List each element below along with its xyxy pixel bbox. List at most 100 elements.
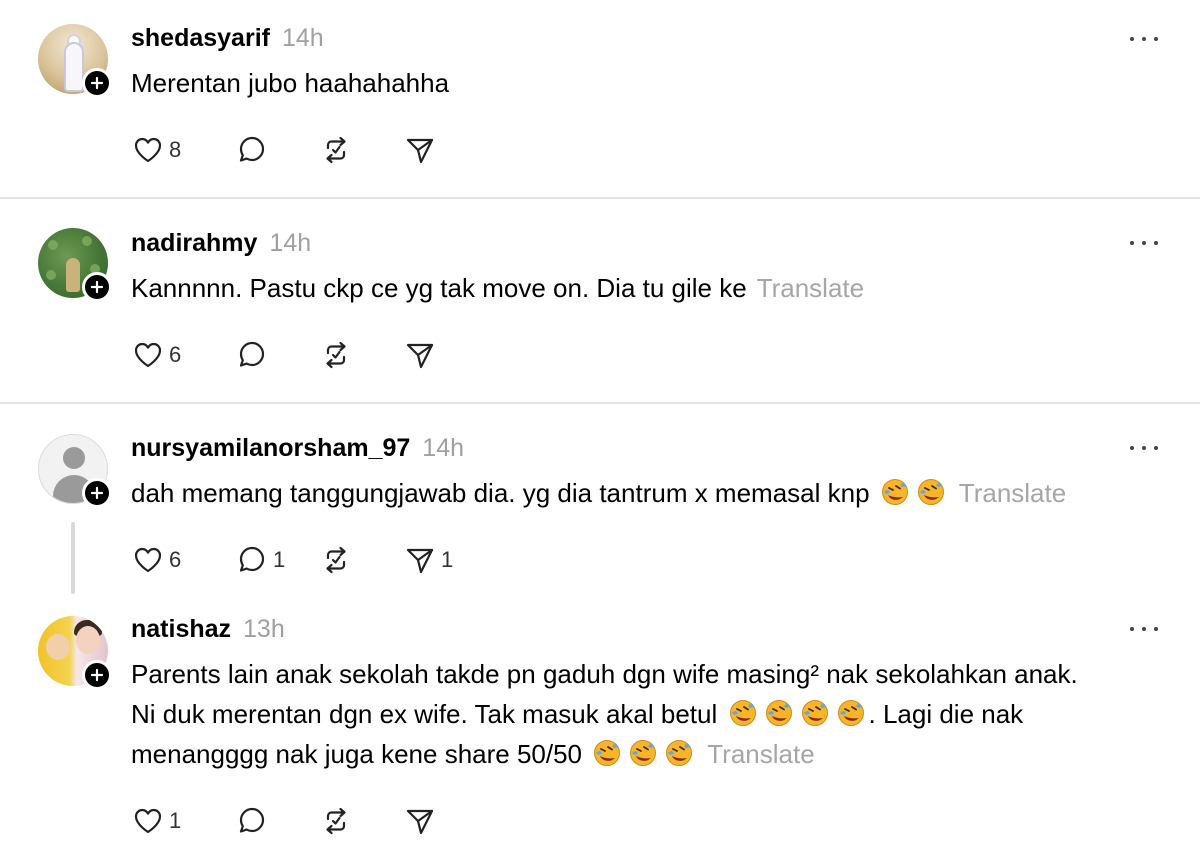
laughing-emoji-icon: [765, 699, 793, 727]
repost-button[interactable]: [319, 803, 403, 839]
comment-icon: [235, 804, 269, 838]
thread-line: [71, 522, 75, 594]
post-text-line: menangggg nak juga kene share 50/50 Tran…: [131, 734, 1171, 774]
heart-icon: [131, 804, 165, 838]
reply-button[interactable]: 1: [235, 542, 319, 578]
like-count: 8: [169, 137, 182, 162]
username[interactable]: nursyamilanorsham_97: [131, 434, 410, 463]
share-count: 1: [441, 547, 454, 572]
laughing-emoji-icon: [881, 478, 909, 506]
post-header: shedasyarif 14h: [131, 24, 324, 53]
more-button[interactable]: [1130, 624, 1158, 634]
avatar-container[interactable]: [38, 24, 112, 98]
post-text-line: Parents lain anak sekolah takde pn gaduh…: [131, 659, 1078, 689]
heart-icon: [131, 338, 165, 372]
plus-icon: [90, 280, 104, 294]
repost-icon: [319, 133, 353, 167]
like-button[interactable]: 1: [131, 803, 235, 839]
post-text: Parents lain anak sekolah takde pn gaduh…: [131, 654, 1171, 774]
reply-button[interactable]: [235, 132, 319, 168]
post-text-segment: menangggg nak juga kene share 50/50: [131, 739, 583, 769]
plus-icon: [90, 76, 104, 90]
send-icon: [403, 338, 437, 372]
follow-button[interactable]: [82, 660, 112, 690]
laughing-emoji-icon: [801, 699, 829, 727]
avatar-container[interactable]: [38, 616, 112, 690]
more-icon: [1130, 446, 1134, 450]
more-button[interactable]: [1130, 238, 1158, 248]
laughing-emoji-icon: [629, 739, 657, 767]
repost-button[interactable]: [319, 337, 403, 373]
laughing-emoji-icon: [729, 699, 757, 727]
repost-button[interactable]: [319, 132, 403, 168]
comment-icon: [235, 543, 269, 577]
post-text-content: Kannnnn. Pastu ckp ce yg tak move on. Di…: [131, 273, 747, 303]
like-button[interactable]: 8: [131, 132, 235, 168]
laughing-emoji-icon: [917, 478, 945, 506]
send-icon: [403, 133, 437, 167]
timestamp[interactable]: 14h: [422, 434, 464, 463]
repost-icon: [319, 338, 353, 372]
like-count: 1: [169, 808, 182, 833]
heart-icon: [131, 133, 165, 167]
post-text-content: Merentan jubo haahahahha: [131, 68, 450, 98]
username[interactable]: nadirahmy: [131, 229, 257, 258]
repost-button[interactable]: [319, 542, 403, 578]
post-header: nadirahmy 14h: [131, 229, 311, 258]
post-text-segment: Ni duk merentan dgn ex wife. Tak masuk a…: [131, 699, 718, 729]
translate-link[interactable]: Translate: [959, 478, 1066, 508]
share-button[interactable]: [403, 132, 437, 168]
username[interactable]: natishaz: [131, 615, 231, 644]
action-bar: 1: [131, 803, 437, 839]
like-button[interactable]: 6: [131, 542, 235, 578]
plus-icon: [90, 668, 104, 682]
laughing-emoji-icon: [593, 739, 621, 767]
follow-button[interactable]: [82, 272, 112, 302]
follow-button[interactable]: [82, 68, 112, 98]
post-text: Kannnnn. Pastu ckp ce yg tak move on. Di…: [131, 268, 1171, 308]
like-count: 6: [169, 342, 182, 367]
translate-link[interactable]: Translate: [707, 739, 814, 769]
divider: [0, 197, 1200, 199]
reply-count: 1: [273, 547, 286, 572]
avatar-container[interactable]: [38, 228, 112, 302]
more-icon: [1130, 627, 1134, 631]
action-bar: 6: [131, 337, 437, 373]
more-button[interactable]: [1130, 443, 1158, 453]
action-bar: 8: [131, 132, 437, 168]
avatar-container[interactable]: [38, 434, 112, 508]
post-text-content: dah memang tanggungjawab dia. yg dia tan…: [131, 478, 870, 508]
post-header: natishaz 13h: [131, 615, 285, 644]
timestamp[interactable]: 14h: [269, 229, 311, 258]
send-icon: [403, 543, 437, 577]
repost-icon: [319, 804, 353, 838]
more-icon: [1130, 37, 1134, 41]
comment-icon: [235, 338, 269, 372]
follow-button[interactable]: [82, 478, 112, 508]
share-button[interactable]: [403, 803, 437, 839]
post-text: Merentan jubo haahahahha: [131, 63, 1171, 103]
reply-button[interactable]: [235, 803, 319, 839]
like-button[interactable]: 6: [131, 337, 235, 373]
share-button[interactable]: [403, 337, 437, 373]
like-count: 6: [169, 547, 182, 572]
post-text: dah memang tanggungjawab dia. yg dia tan…: [131, 473, 1171, 513]
laughing-emoji-icon: [837, 699, 865, 727]
translate-link[interactable]: Translate: [757, 273, 864, 303]
repost-icon: [319, 543, 353, 577]
heart-icon: [131, 543, 165, 577]
share-button[interactable]: 1: [403, 542, 453, 578]
post-header: nursyamilanorsham_97 14h: [131, 434, 464, 463]
timestamp[interactable]: 13h: [243, 615, 285, 644]
plus-icon: [90, 486, 104, 500]
timestamp[interactable]: 14h: [282, 24, 324, 53]
more-button[interactable]: [1130, 34, 1158, 44]
reply-button[interactable]: [235, 337, 319, 373]
username[interactable]: shedasyarif: [131, 24, 270, 53]
laughing-emoji-icon: [665, 739, 693, 767]
comment-icon: [235, 133, 269, 167]
divider: [0, 402, 1200, 404]
action-bar: 6 1 1: [131, 542, 453, 578]
post-text-line: Ni duk merentan dgn ex wife. Tak masuk a…: [131, 694, 1171, 734]
post-text-segment: . Lagi die nak: [868, 699, 1024, 729]
